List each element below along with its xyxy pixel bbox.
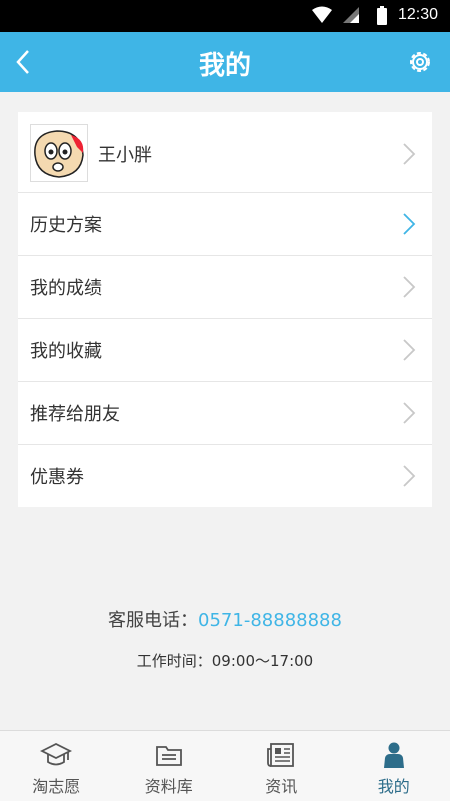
menu-item-label: 历史方案 <box>30 211 102 237</box>
working-hours: 工作时间：09:00～17:00 <box>0 650 450 671</box>
customer-service-phone: 客服电话：0571-88888888 <box>0 606 450 632</box>
chevron-right-icon <box>402 338 416 362</box>
page-title: 我的 <box>0 45 450 82</box>
battery-icon <box>376 6 388 26</box>
menu-item-my-favorites[interactable]: 我的收藏 <box>18 319 432 382</box>
avatar-image <box>31 125 87 181</box>
menu-item-label: 我的成绩 <box>30 274 102 300</box>
menu-item-label: 推荐给朋友 <box>30 400 120 426</box>
tab-label: 资讯 <box>225 773 338 797</box>
tab-news[interactable]: 资讯 <box>225 731 338 801</box>
wifi-icon <box>312 6 332 24</box>
status-time: 12:30 <box>398 6 438 24</box>
chevron-right-icon <box>402 464 416 488</box>
newspaper-icon <box>265 741 297 769</box>
tab-label: 我的 <box>338 773 450 797</box>
profile-row[interactable]: 王小胖 <box>18 112 432 193</box>
menu-item-label: 我的收藏 <box>30 337 102 363</box>
tab-database[interactable]: 资料库 <box>113 731 226 801</box>
chevron-right-icon <box>402 142 416 166</box>
gear-icon[interactable] <box>406 48 434 76</box>
chevron-right-icon <box>402 275 416 299</box>
tab-mine[interactable]: 我的 <box>338 731 450 801</box>
tab-volunteer[interactable]: 淘志愿 <box>0 731 113 801</box>
phone-label: 客服电话： <box>108 610 198 631</box>
phone-number-link[interactable]: 0571-88888888 <box>198 610 342 631</box>
signal-icon <box>342 6 360 24</box>
folder-icon <box>153 741 185 769</box>
bottom-tab-bar: 淘志愿 资料库 资讯 我的 <box>0 730 450 801</box>
chevron-right-icon <box>402 401 416 425</box>
avatar <box>30 124 88 182</box>
menu-item-label: 优惠券 <box>30 463 84 489</box>
menu-item-recommend-to-friends[interactable]: 推荐给朋友 <box>18 382 432 445</box>
profile-name: 王小胖 <box>98 141 152 167</box>
status-bar: 12:30 <box>0 0 450 32</box>
menu-item-history-plan[interactable]: 历史方案 <box>18 193 432 256</box>
graduation-cap-icon <box>40 741 72 769</box>
chevron-right-icon <box>402 212 416 236</box>
menu-item-my-scores[interactable]: 我的成绩 <box>18 256 432 319</box>
person-icon <box>378 741 410 769</box>
app-header: 我的 <box>0 32 450 92</box>
tab-label: 淘志愿 <box>0 773 113 797</box>
tab-label: 资料库 <box>113 773 226 797</box>
menu-item-coupons[interactable]: 优惠券 <box>18 445 432 507</box>
menu-card: 王小胖 历史方案 我的成绩 我的收藏 推荐给朋友 优惠券 <box>18 112 432 507</box>
